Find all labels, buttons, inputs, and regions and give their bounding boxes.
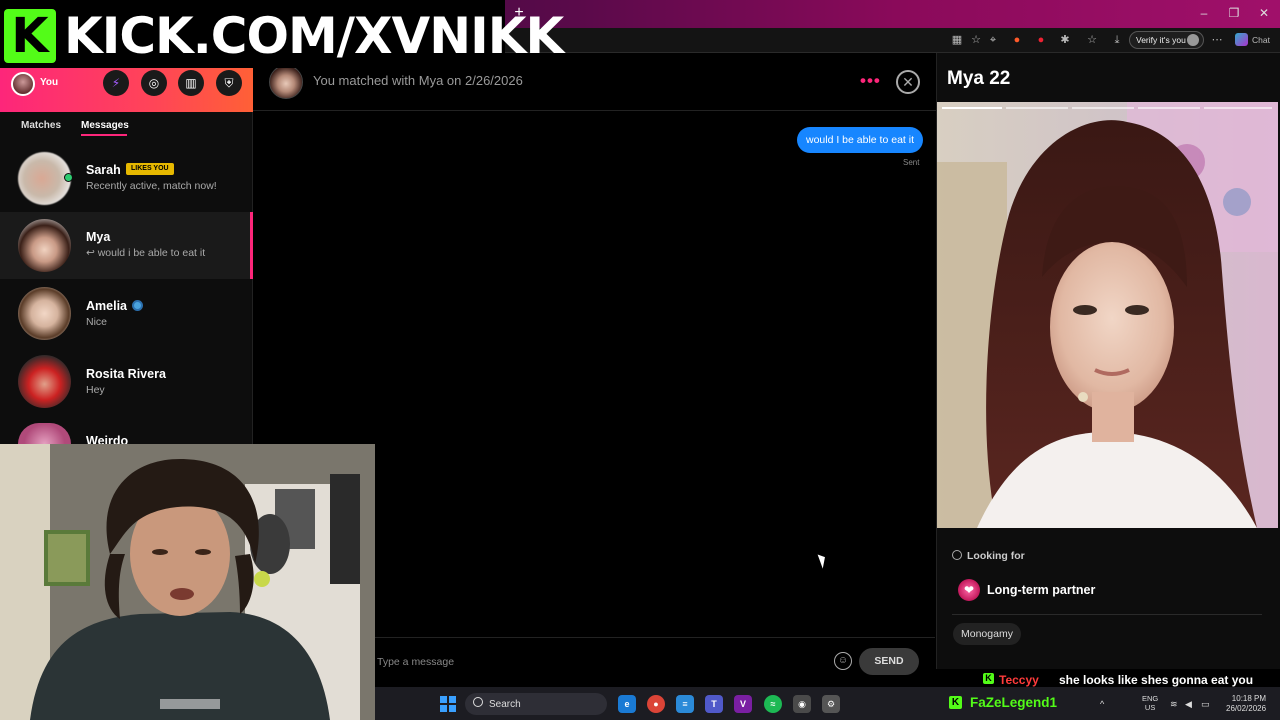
online-status-dot — [64, 173, 73, 182]
sent-message-bubble[interactable]: would I be able to eat it — [797, 127, 923, 153]
avatar[interactable] — [18, 287, 71, 340]
tab-matches[interactable]: Matches — [21, 120, 61, 131]
window-close-button[interactable]: ✕ — [1255, 6, 1273, 20]
lang-line2: US — [1144, 703, 1156, 712]
menu-dots-icon[interactable]: ⋯ — [1210, 33, 1224, 47]
profile-tag: Monogamy — [953, 623, 1021, 645]
kick-username: FaZeLegend1 — [970, 695, 1058, 710]
emoji-icon[interactable]: ☺ — [834, 652, 852, 670]
match-avatar[interactable] — [269, 65, 303, 99]
lang-line1: ENG — [1142, 694, 1159, 703]
my-avatar[interactable] — [11, 72, 35, 96]
taskbar-search-label[interactable]: Search — [489, 699, 521, 710]
avatar[interactable] — [18, 355, 71, 408]
photo-progress-segment — [1072, 107, 1134, 109]
close-chat-button[interactable]: ✕ — [896, 70, 920, 94]
volume-icon[interactable]: ◀ — [1185, 699, 1192, 710]
search-icon — [952, 550, 962, 560]
kick-icon: K — [949, 696, 962, 709]
verified-badge-icon — [132, 300, 143, 311]
message-status: Sent — [903, 158, 920, 167]
discord-icon[interactable]: ◉ — [793, 695, 811, 713]
shield-icon[interactable]: ⛨ — [216, 70, 242, 96]
downloads-icon[interactable]: ⤓ — [1110, 33, 1124, 47]
vegas-icon[interactable]: V — [734, 695, 752, 713]
copilot-chat-label[interactable]: Chat — [1252, 35, 1270, 45]
conversation-preview[interactable]: Hey — [86, 384, 105, 396]
profile-name-age: Mya 22 — [947, 68, 1011, 89]
restore-button[interactable]: ❐ — [1225, 6, 1243, 20]
input-language[interactable]: ENG US — [1142, 694, 1158, 712]
stream-chat-message: she looks like shes gonna eat you — [1059, 673, 1254, 687]
notepad-icon[interactable]: ≡ — [676, 695, 694, 713]
location-icon[interactable]: ⌖ — [986, 33, 1000, 47]
webcam-art — [0, 444, 375, 720]
send-button[interactable]: SEND — [859, 648, 919, 675]
profile-avatar-icon — [1187, 34, 1199, 46]
tab-search-icon[interactable]: ▦ — [950, 33, 964, 47]
taskbar-search-box[interactable] — [465, 693, 607, 715]
photo-progress-segment — [1138, 107, 1200, 109]
avatar[interactable] — [18, 219, 71, 272]
extension-fox-icon[interactable]: ● — [1010, 33, 1024, 47]
profile-photo-art — [937, 102, 1278, 528]
divider — [952, 614, 1262, 615]
kick-channel-url: KICK.COM/XVNIKK — [64, 7, 564, 65]
stream-chat-username: Teccyy — [999, 673, 1039, 687]
looking-for-label: Looking for — [967, 550, 1025, 562]
photo-progress-segment — [942, 107, 1002, 109]
more-options-icon[interactable]: ••• — [860, 72, 881, 90]
likes-you-badge: LIKES YOU — [126, 163, 174, 175]
settings-icon[interactable]: ⚙ — [822, 695, 840, 713]
gift-icon[interactable]: ▥ — [178, 70, 204, 96]
message-input[interactable] — [377, 654, 817, 670]
favorites-icon[interactable]: ☆ — [1085, 33, 1099, 47]
photo-progress-segment — [1204, 107, 1272, 109]
clock-date: 26/02/2026 — [1226, 704, 1267, 713]
conversation-preview[interactable]: ↩ would i be able to eat it — [86, 247, 205, 259]
conversation-name[interactable]: Amelia — [86, 299, 127, 313]
photo-progress-segment — [1006, 107, 1068, 109]
my-profile-label[interactable]: You — [40, 77, 58, 88]
explore-icon[interactable]: ◎ — [141, 70, 167, 96]
active-tab-indicator — [81, 134, 127, 136]
match-info-text: You matched with Mya on 2/26/2026 — [313, 73, 523, 88]
copilot-icon[interactable] — [1235, 33, 1248, 46]
kick-icon: K — [983, 673, 994, 684]
windows-start-icon[interactable] — [440, 696, 456, 712]
bookmark-star-icon[interactable]: ☆ — [969, 33, 983, 47]
conversation-name[interactable]: Sarah — [86, 163, 121, 177]
extension-shield-icon[interactable]: ● — [1034, 33, 1048, 47]
looking-for-value: Long-term partner — [987, 583, 1096, 597]
webcam-feed — [0, 444, 375, 720]
clock-time: 10:18 PM — [1231, 694, 1267, 703]
edge-icon[interactable]: e — [618, 695, 636, 713]
minimize-button[interactable]: – — [1195, 6, 1213, 20]
wifi-icon[interactable]: ≋ — [1170, 699, 1178, 710]
profile-photo[interactable] — [937, 102, 1278, 528]
conversation-preview[interactable]: Nice — [86, 316, 107, 328]
search-icon — [473, 697, 483, 707]
tab-messages[interactable]: Messages — [81, 120, 129, 131]
avatar[interactable] — [18, 152, 71, 205]
battery-icon[interactable]: ▭ — [1201, 699, 1210, 710]
teams-icon[interactable]: T — [705, 695, 723, 713]
conversation-preview[interactable]: Recently active, match now! — [86, 180, 217, 192]
spotify-icon[interactable]: ≈ — [764, 695, 782, 713]
conversation-name[interactable]: Rosita Rivera — [86, 367, 166, 381]
boost-icon[interactable]: ⚡ — [103, 70, 129, 96]
kick-logo: K — [4, 9, 56, 63]
heart-icon: ❤ — [958, 579, 980, 601]
extensions-icon[interactable]: ✱ — [1058, 33, 1072, 47]
tray-chevron-icon[interactable]: ^ — [1100, 699, 1104, 709]
conversation-name[interactable]: Mya — [86, 230, 110, 244]
chrome-icon[interactable]: ● — [647, 695, 665, 713]
taskbar-clock[interactable]: 10:18 PM 26/02/2026 — [1226, 694, 1266, 714]
